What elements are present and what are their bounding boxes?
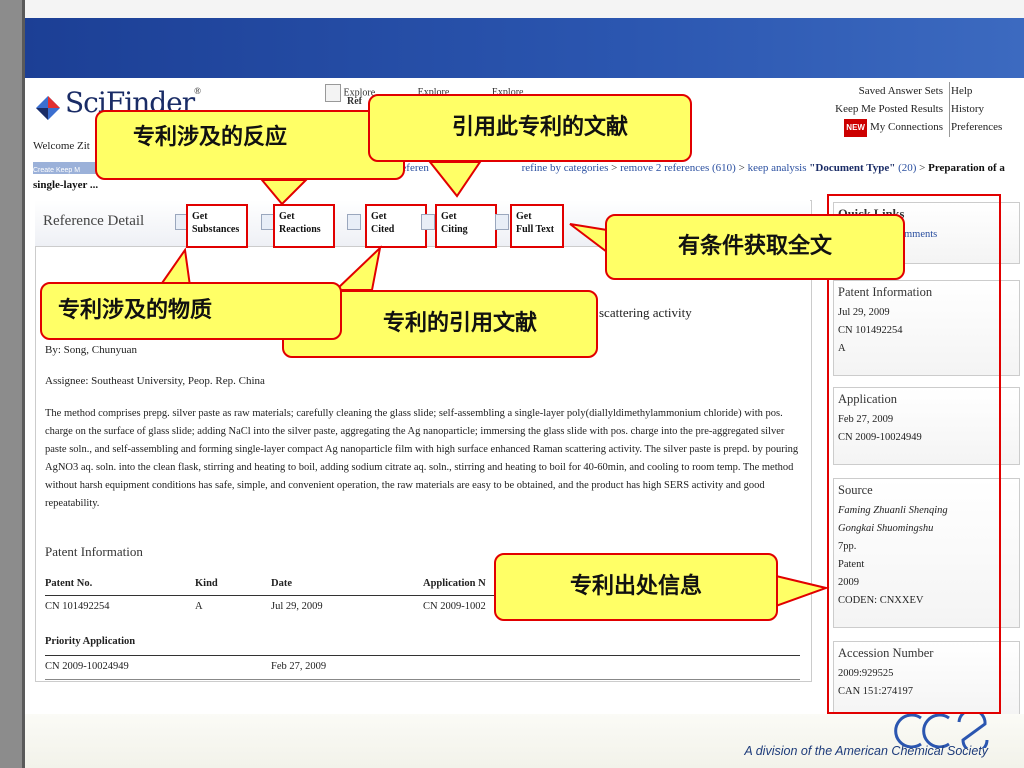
- pointer-substances: [158, 247, 192, 287]
- pointer-full-text: [569, 223, 608, 255]
- callout-substances: 专利涉及的物质: [40, 282, 342, 340]
- pointer-citing: [427, 161, 482, 198]
- pointer-reactions: [259, 179, 309, 206]
- pointer-cited: [333, 245, 382, 291]
- callout-citing: 引用此专利的文献: [368, 94, 692, 162]
- callout-full-text: 有条件获取全文: [605, 214, 905, 280]
- callout-reactions: 专利涉及的反应: [95, 110, 405, 180]
- pointer-source: [775, 574, 830, 608]
- callout-source: 专利出处信息: [494, 553, 778, 621]
